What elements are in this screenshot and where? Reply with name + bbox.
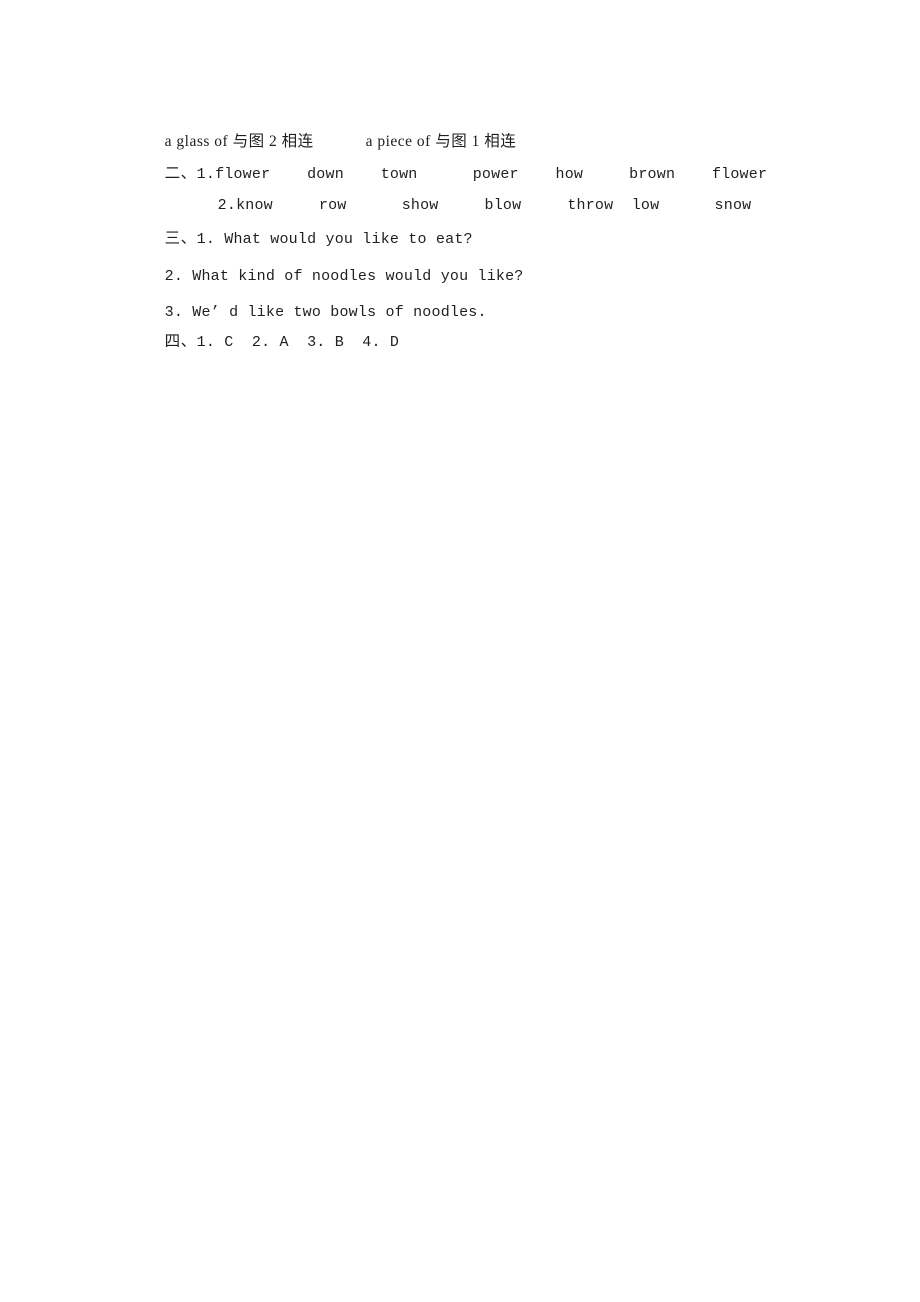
answer-line-section-four: 四、1. C 2. A 3. B 4. D bbox=[139, 312, 399, 373]
section-four-answers: 1. C 2. A 3. B 4. D bbox=[196, 334, 400, 351]
section-three-marker: 三、 bbox=[164, 230, 197, 247]
worksheet-answer-page: a glass of 与图 2 相连 a piece of 与图 1 相连 二、1… bbox=[0, 0, 920, 1302]
section-four-marker: 四、 bbox=[164, 333, 197, 350]
